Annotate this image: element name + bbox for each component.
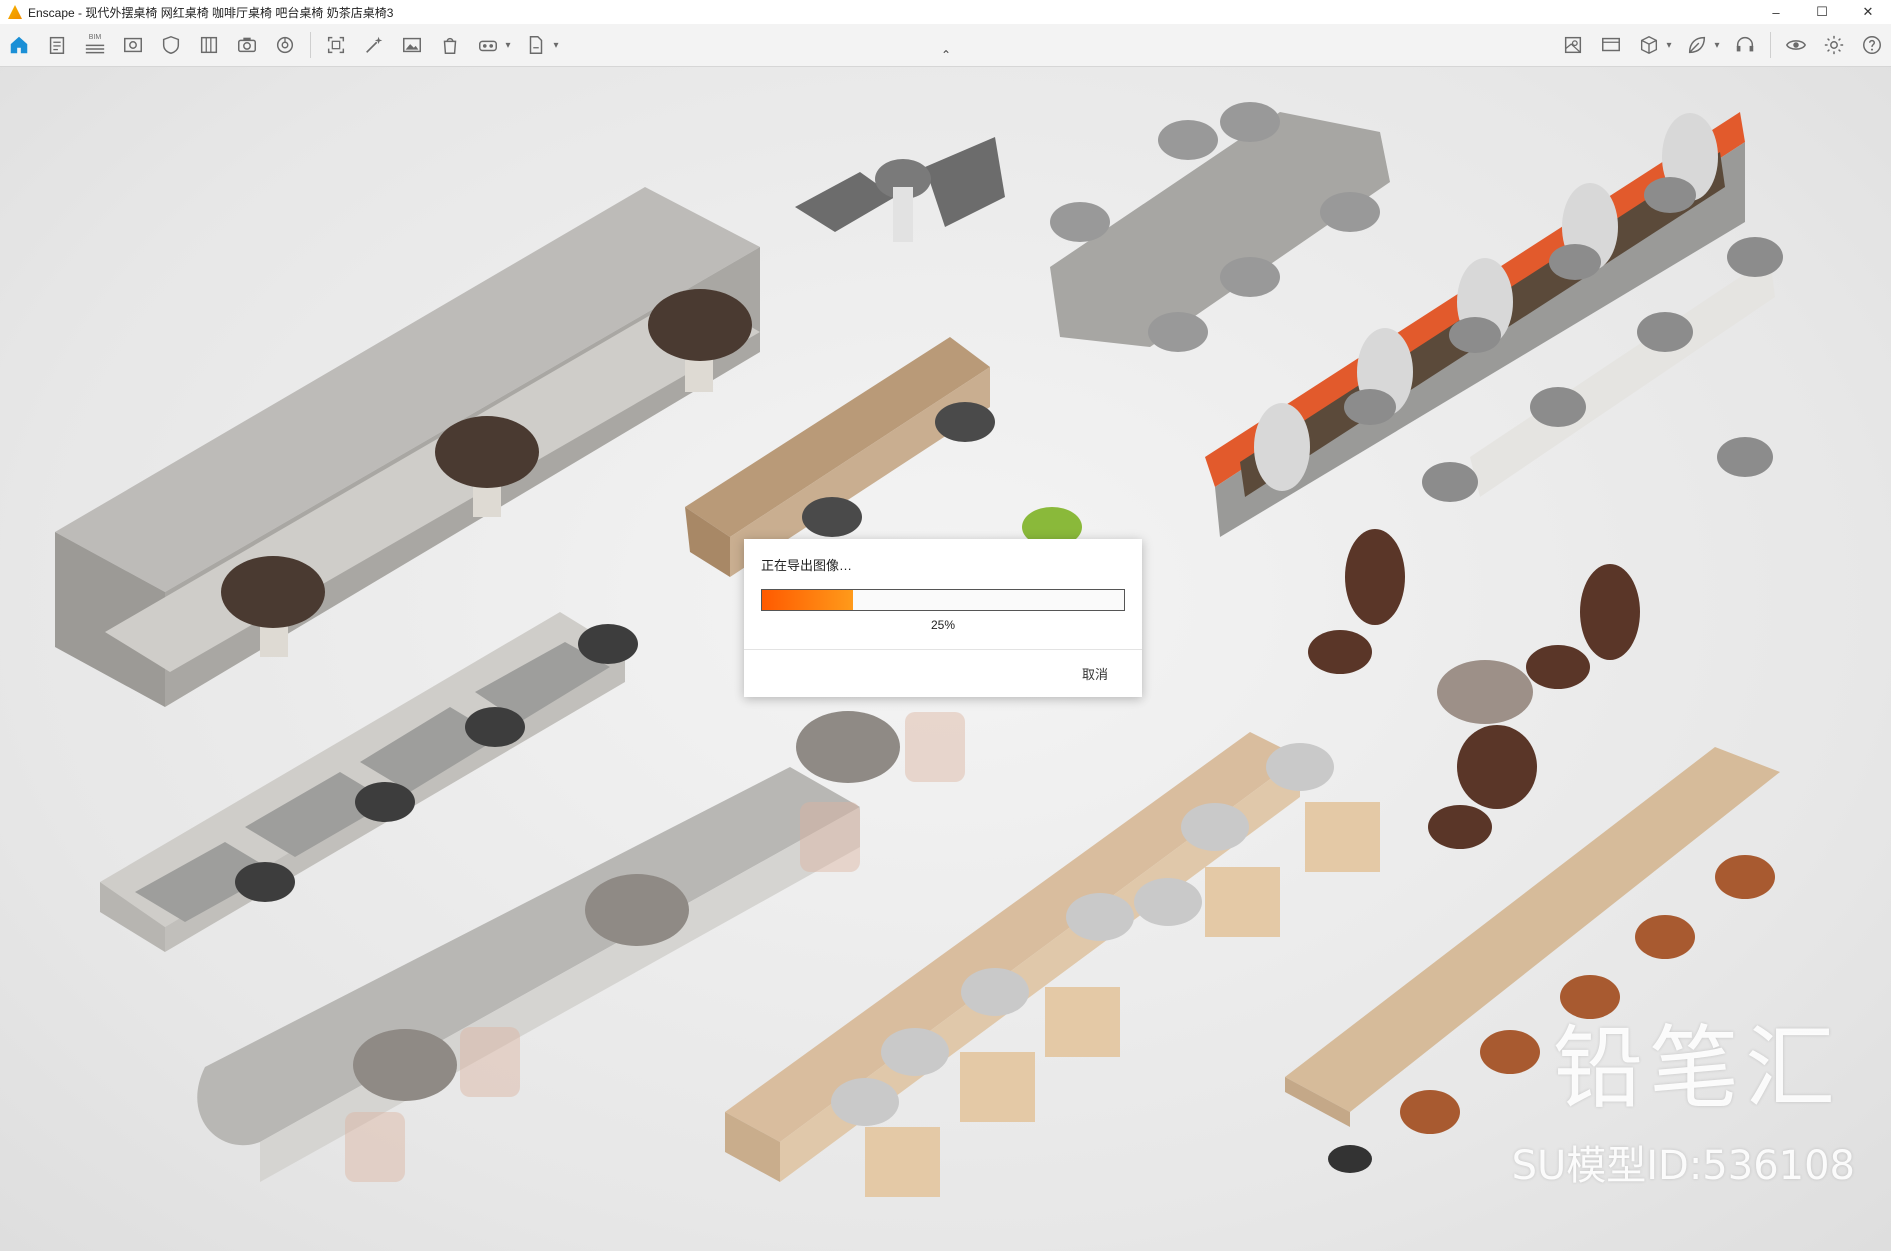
home-icon[interactable] — [4, 30, 34, 60]
export-icon[interactable] — [521, 30, 551, 60]
camera-icon[interactable] — [232, 30, 262, 60]
maximize-button[interactable]: ☐ — [1799, 0, 1845, 24]
toolbar-separator — [1770, 32, 1771, 58]
map-icon[interactable] — [1558, 30, 1588, 60]
leaf-icon[interactable] — [1682, 30, 1712, 60]
asset-icon[interactable] — [270, 30, 300, 60]
enscape-logo-icon — [8, 5, 22, 19]
library-icon[interactable] — [194, 30, 224, 60]
progress-bar-fill — [762, 590, 853, 610]
magic-icon[interactable] — [359, 30, 389, 60]
progress-bar — [761, 589, 1125, 611]
progress-percent: 25% — [930, 618, 956, 632]
document-icon[interactable] — [42, 30, 72, 60]
settings-icon[interactable] — [1819, 30, 1849, 60]
toolbar-separator — [310, 32, 311, 58]
model-id-watermark: SU模型ID:536108 — [1511, 1143, 1855, 1189]
bim-label: BIM — [88, 34, 102, 41]
bag-icon[interactable] — [435, 30, 465, 60]
eye-icon[interactable] — [1781, 30, 1811, 60]
image-icon[interactable] — [397, 30, 427, 60]
help-icon[interactable] — [1857, 30, 1887, 60]
shield-icon[interactable] — [156, 30, 186, 60]
export-progress-dialog: 正在导出图像… 25% 取消 — [744, 539, 1142, 697]
view-icon[interactable] — [118, 30, 148, 60]
collapse-toolbar-button[interactable]: ⌃ — [938, 48, 954, 62]
minimize-button[interactable]: – — [1753, 0, 1799, 24]
chairs-grey — [795, 137, 1005, 242]
chevron-down-icon[interactable]: ▾ — [501, 30, 515, 60]
close-button[interactable]: ✕ — [1845, 0, 1891, 24]
capture-icon[interactable] — [321, 30, 351, 60]
chevron-down-icon[interactable]: ▾ — [549, 30, 563, 60]
brand-watermark: 铅笔汇 — [1553, 1016, 1841, 1121]
window-titlebar: Enscape - 现代外摆桌椅 网红桌椅 咖啡厅桌椅 吧台桌椅 奶茶店桌椅3 … — [0, 0, 1891, 24]
headset-icon[interactable] — [1730, 30, 1760, 60]
screen-icon[interactable] — [1596, 30, 1626, 60]
bim-icon[interactable]: BIM — [80, 30, 110, 60]
window-title: Enscape - 现代外摆桌椅 网红桌椅 咖啡厅桌椅 吧台桌椅 奶茶店桌椅3 — [28, 5, 394, 20]
vr-icon[interactable] — [473, 30, 503, 60]
chevron-down-icon[interactable]: ▾ — [1662, 30, 1676, 60]
dialog-divider — [744, 649, 1142, 650]
concrete-long-table — [1050, 102, 1390, 352]
round-table-taupe — [1437, 660, 1533, 724]
cube-icon[interactable] — [1634, 30, 1664, 60]
chevron-down-icon[interactable]: ▾ — [1710, 30, 1724, 60]
dialog-title: 正在导出图像… — [761, 558, 853, 573]
window-controls: – ☐ ✕ — [1753, 0, 1891, 24]
cancel-button[interactable]: 取消 — [1082, 664, 1108, 683]
